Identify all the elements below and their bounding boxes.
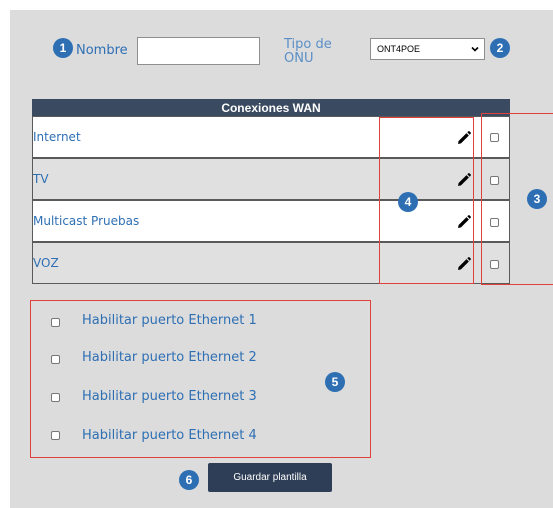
wan-row-name: VOZ bbox=[33, 256, 59, 270]
nombre-input[interactable] bbox=[137, 37, 260, 65]
ethernet-port-checkbox[interactable] bbox=[51, 431, 60, 440]
chevron-down-icon bbox=[471, 46, 479, 52]
ethernet-port-checkbox[interactable] bbox=[51, 318, 60, 327]
ethernet-port-label: Habilitar puerto Ethernet 1 bbox=[82, 313, 257, 328]
wan-row-name: Multicast Pruebas bbox=[33, 214, 140, 228]
ethernet-port-label: Habilitar puerto Ethernet 4 bbox=[82, 428, 257, 443]
ethernet-port-checkbox[interactable] bbox=[51, 393, 60, 402]
annotation-badge-4: 4 bbox=[398, 192, 418, 212]
tipo-onu-label-line2: ONU bbox=[284, 51, 314, 66]
wan-table-header: Conexiones WAN bbox=[32, 99, 510, 116]
annotation-badge-1: 1 bbox=[53, 38, 73, 58]
ethernet-port-label: Habilitar puerto Ethernet 2 bbox=[82, 350, 257, 365]
nombre-label: Nombre bbox=[76, 43, 128, 58]
annotation-badge-2: 2 bbox=[490, 38, 510, 58]
tipo-onu-selected-value: ONT4POE bbox=[377, 44, 421, 54]
ethernet-port-checkbox[interactable] bbox=[51, 355, 60, 364]
highlight-edit-column bbox=[379, 117, 474, 284]
annotation-badge-5: 5 bbox=[325, 372, 345, 392]
tipo-onu-label: Tipo de ONU bbox=[284, 38, 332, 66]
save-template-button[interactable]: Guardar plantilla bbox=[208, 463, 332, 492]
wan-table-title: Conexiones WAN bbox=[221, 100, 321, 115]
wan-row-name: Internet bbox=[33, 130, 81, 144]
wan-row-name: TV bbox=[33, 172, 49, 186]
tipo-onu-select[interactable]: ONT4POE bbox=[370, 38, 485, 60]
annotation-badge-6: 6 bbox=[179, 470, 199, 490]
tipo-onu-label-line1: Tipo de bbox=[284, 37, 332, 52]
ethernet-port-label: Habilitar puerto Ethernet 3 bbox=[82, 389, 257, 404]
annotation-badge-3: 3 bbox=[527, 189, 547, 209]
